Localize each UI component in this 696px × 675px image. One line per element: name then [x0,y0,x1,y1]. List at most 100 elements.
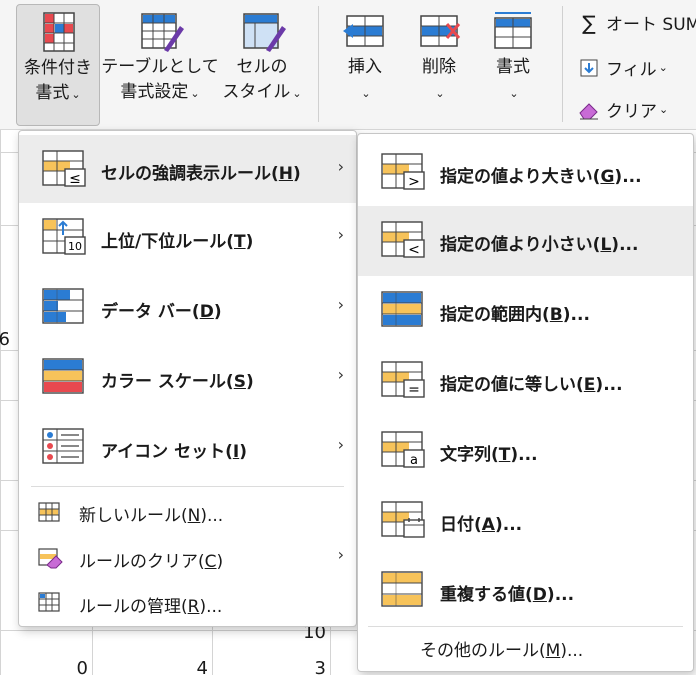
chevron-down-icon: ⌄ [71,88,81,101]
data-bar-icon [41,287,89,327]
grid-line [0,130,1,675]
fill-label: フィル [606,60,657,80]
ellipsis: ... [570,305,590,325]
sigma-icon: ∑ [582,10,596,35]
highlight-rules-submenu: > 指定の値より大きい(G)... < 指定の値より小さい(L)... 指定の範… [357,133,694,672]
shortcut-key: B [549,305,563,325]
menu-item-top-bottom-rules[interactable]: 10 上位/下位ルール(T) › [19,203,356,273]
menu-item-greater-than[interactable]: > 指定の値より大きい(G)... [358,136,693,206]
clear-label: クリア [606,102,657,122]
menu-item-label: カラー スケール [101,372,226,392]
between-icon [380,290,428,330]
menu-item-label: セルの強調表示ルール [101,164,271,184]
shortcut-key: T [498,445,511,465]
menu-item-label: アイコン セット [101,442,226,462]
conditional-format-label-1: 条件付き [24,58,92,78]
ellipsis: ... [206,597,223,617]
eraser-icon [578,99,600,121]
fill-down-icon [578,57,600,79]
shortcut-key: A [481,515,495,535]
menu-item-clear-rules[interactable]: ルールのクリア(C) › [19,535,356,581]
shortcut-key: H [278,164,294,184]
shortcut-key: R [187,597,200,617]
shortcut-key: D [199,302,214,322]
top-bottom-rules-icon: 10 [41,217,89,257]
shortcut-key: L [600,235,612,255]
menu-item-less-than[interactable]: < 指定の値より小さい(L)... [358,206,693,276]
svg-text:<: < [408,242,420,258]
menu-item-duplicate-values[interactable]: 重複する値(D)... [358,556,693,626]
format-as-table-label-1: テーブルとして [101,57,219,77]
clear-button[interactable]: クリア ⌄ [578,97,668,122]
format-as-table-icon [134,10,186,54]
menu-item-color-scale[interactable]: カラー スケール(S) › [19,343,356,413]
format-as-table-label-2: 書式設定 [120,82,189,102]
conditional-format-button[interactable]: 条件付き 書式 ⌄ [16,4,100,126]
menu-item-date-occurring[interactable]: 日付(A)... [358,486,693,556]
chevron-down-icon: ⌄ [361,87,371,100]
shortcut-key: I [232,442,240,462]
chevron-down-icon: ⌄ [658,61,668,74]
svg-text:>: > [408,174,420,190]
menu-item-more-rules[interactable]: その他のルール(M)... [358,628,693,670]
delete-cells-icon [413,10,465,54]
shortcut-key: G [600,167,615,187]
menu-separator [31,486,344,487]
menu-item-new-rule[interactable]: 新しいルール(N)... [19,489,356,535]
menu-item-data-bar[interactable]: データ バー(D) › [19,273,356,343]
ellipsis: ... [619,235,639,255]
ribbon-separator [318,6,319,122]
chevron-right-icon: › [337,435,344,454]
menu-item-equal-to[interactable]: = 指定の値に等しい(E)... [358,346,693,416]
chevron-right-icon: › [337,545,344,564]
greater-than-icon: > [380,152,428,192]
cell-style-icon [236,10,288,54]
menu-item-label: ルールのクリア [79,552,198,572]
ellipsis: ... [207,506,224,526]
ellipsis: ... [566,641,584,661]
autosum-button[interactable]: ∑ オート SUM [578,10,696,36]
clear-rules-icon [37,547,63,571]
calendar-icon [380,500,428,540]
delete-label: 削除 [422,57,456,77]
menu-item-label: 指定の値に等しい [440,375,576,395]
cell-value: 3 [314,658,326,675]
icon-set-icon [41,427,89,467]
menu-item-icon-set[interactable]: アイコン セット(I) › [19,413,356,483]
menu-item-label: ルールの管理 [79,597,181,617]
ellipsis: ... [622,167,642,187]
cell-style-button[interactable]: セルの スタイル ⌄ [220,4,304,126]
menu-item-highlight-cells-rules[interactable]: ≤ セルの強調表示ルール(H) › [19,135,356,203]
menu-item-label: 上位/下位ルール [101,232,227,252]
shortcut-key: M [545,641,561,661]
cell-style-label-2: スタイル [222,82,291,102]
svg-text:=: = [408,382,420,398]
menu-separator [368,626,683,627]
chevron-down-icon: ⌄ [435,87,445,100]
conditional-format-menu: ≤ セルの強調表示ルール(H) › 10 上位/下位ルール(T) › データ バ… [18,130,357,627]
ellipsis: ... [603,375,623,395]
menu-item-between[interactable]: 指定の範囲内(B)... [358,276,693,346]
menu-item-label: 日付 [440,515,474,535]
format-as-table-button[interactable]: テーブルとして 書式設定 ⌄ [101,4,219,126]
delete-button[interactable]: 削除 ⌄ [404,4,474,126]
menu-item-label: データ バー [101,302,192,322]
conditional-format-icon [32,11,84,55]
menu-item-label: 重複する値 [440,585,525,605]
menu-item-label: 文字列 [440,445,491,465]
chevron-down-icon: ⌄ [292,87,302,100]
autosum-label: オート SUM [606,15,696,35]
fill-button[interactable]: フィル ⌄ [578,55,668,80]
new-rule-icon [37,501,61,525]
format-button[interactable]: 書式 ⌄ [478,4,548,126]
menu-item-manage-rules[interactable]: ルールの管理(R)... [19,581,356,625]
cell-value: 6 [0,329,10,350]
shortcut-key: N [187,506,201,526]
menu-item-text-contains[interactable]: a 文字列(T)... [358,416,693,486]
cell-value: 0 [76,658,88,675]
shortcut-key: S [233,372,246,392]
chevron-right-icon: › [337,365,344,384]
insert-button[interactable]: 挿入 ⌄ [330,4,400,126]
ellipsis: ... [554,585,575,605]
menu-item-label: その他のルール [420,641,539,661]
